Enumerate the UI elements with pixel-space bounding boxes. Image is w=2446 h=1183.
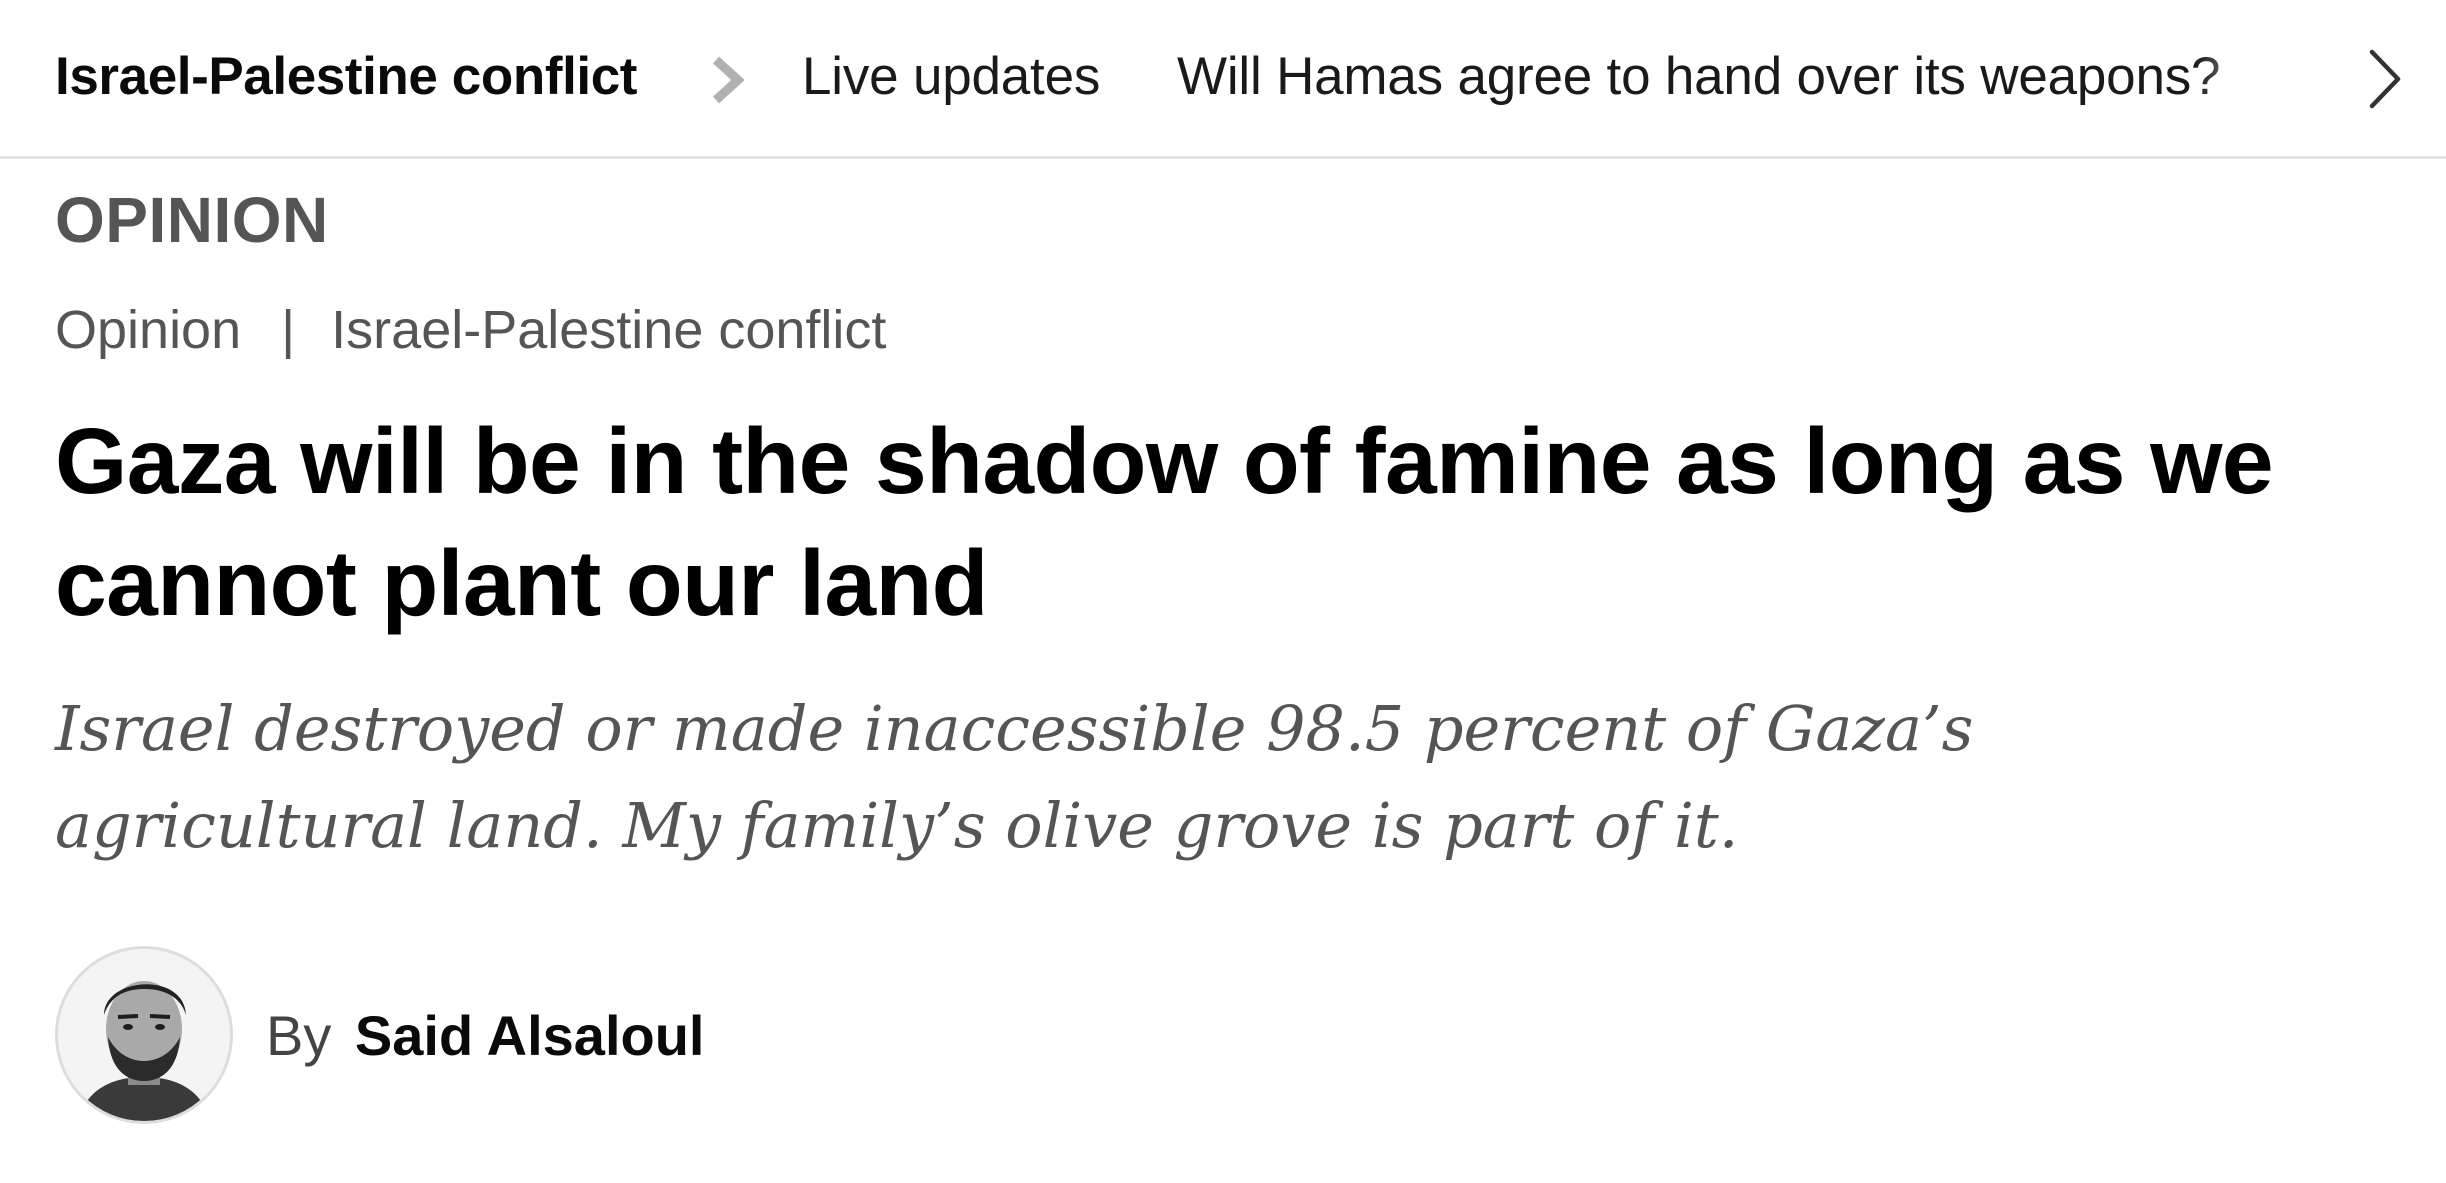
topic-nav-bar: Israel-Palestine conflict Live updates W…	[0, 0, 2446, 159]
byline-prefix: By	[266, 1004, 332, 1067]
author-name-link[interactable]: Said Alsaloul	[355, 1004, 705, 1067]
topic-title[interactable]: Israel-Palestine conflict	[55, 42, 637, 112]
article-headline: Gaza will be in the shadow of famine as …	[55, 409, 2274, 635]
article-dek: Israel destroyed or made inaccessible 98…	[55, 692, 1974, 862]
breadcrumb-item-opinion[interactable]: Opinion	[55, 300, 241, 360]
author-portrait-icon	[58, 949, 230, 1121]
avatar[interactable]	[55, 946, 233, 1124]
byline: By Said Alsaloul	[266, 1000, 704, 1072]
nav-fade-overlay	[2195, 30, 2315, 125]
chevron-right-icon[interactable]	[2356, 46, 2416, 112]
chevron-right-icon	[712, 56, 745, 104]
nav-link-live-updates[interactable]: Live updates	[802, 42, 1100, 112]
nav-link-hamas-weapons[interactable]: Will Hamas agree to hand over its weapon…	[1177, 42, 2307, 112]
breadcrumb-separator: |	[281, 300, 296, 360]
breadcrumb-item-israel-palestine-conflict[interactable]: Israel-Palestine conflict	[331, 300, 886, 360]
breadcrumb: Opinion | Israel-Palestine conflict	[55, 295, 886, 365]
section-label: OPINION	[55, 184, 329, 256]
